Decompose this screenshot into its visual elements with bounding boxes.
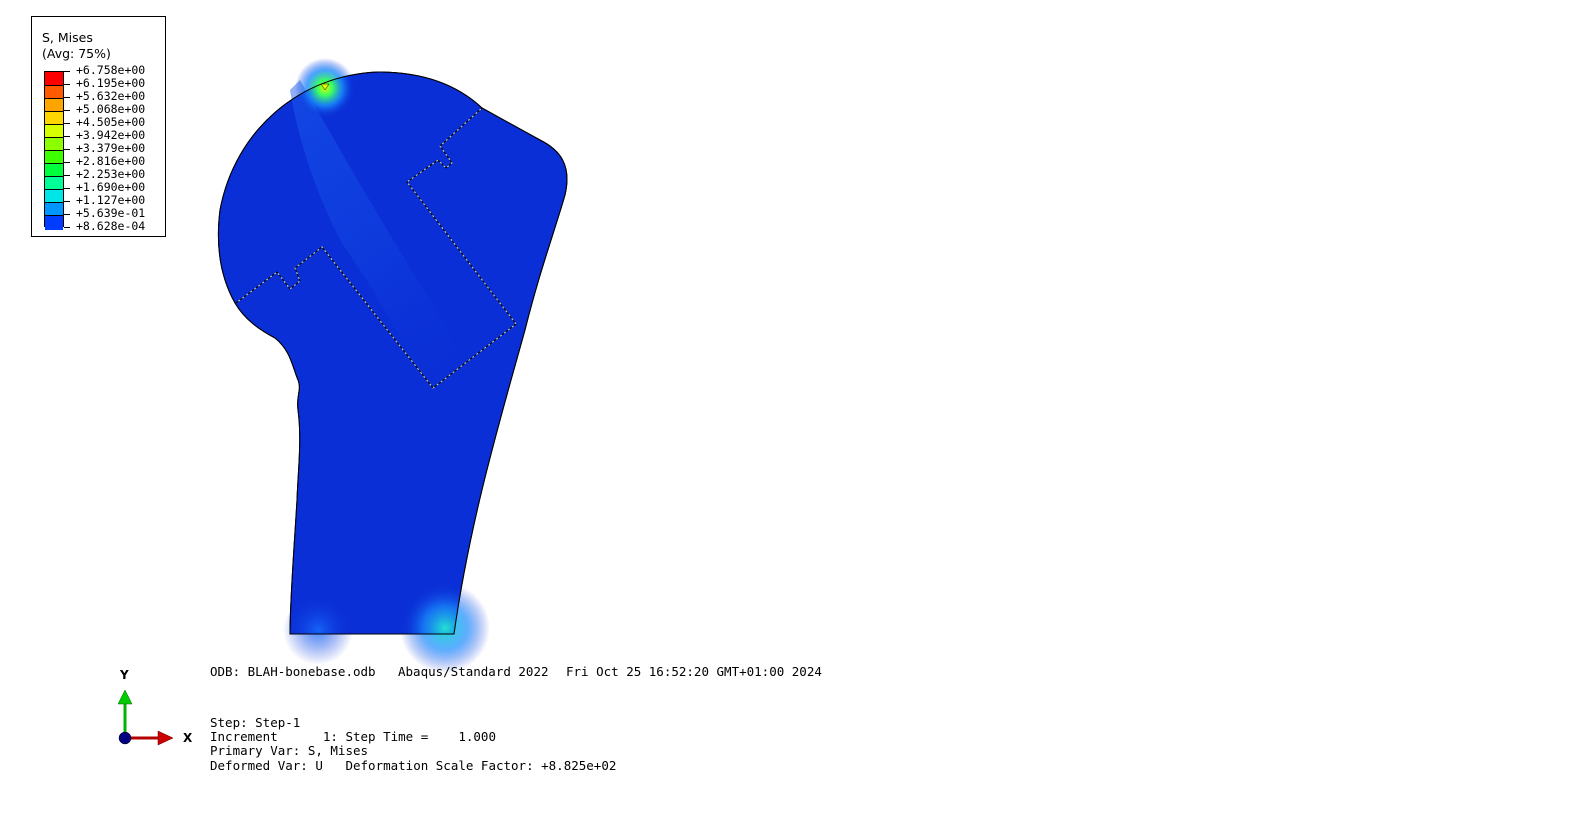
legend-tick xyxy=(64,214,70,215)
legend-tick xyxy=(64,136,70,137)
x-axis-arrowhead xyxy=(157,730,174,746)
legend-tick xyxy=(64,162,70,163)
legend-value: +8.628e-04 xyxy=(76,219,146,233)
legend-value: +2.816e+00 xyxy=(76,154,146,168)
timestamp: Fri Oct 25 16:52:20 GMT+01:00 2024 xyxy=(566,664,822,679)
legend-color-segment xyxy=(45,215,63,230)
legend-tick xyxy=(64,201,70,202)
legend-tick xyxy=(64,227,70,228)
y-axis-label: Y xyxy=(120,668,129,682)
legend-tick xyxy=(64,84,70,85)
deformed-var: Deformed Var: U Deformation Scale Factor… xyxy=(210,758,617,773)
legend-value: +2.253e+00 xyxy=(76,167,146,181)
solver-version: Abaqus/Standard 2022 xyxy=(398,664,549,679)
odb-name: ODB: BLAH-bonebase.odb xyxy=(210,664,376,679)
coordinate-triad: Y X xyxy=(105,668,205,758)
legend-value: +3.379e+00 xyxy=(76,141,146,155)
legend-color-bar xyxy=(44,71,64,230)
x-axis-label: X xyxy=(183,731,193,745)
legend-value: +4.505e+00 xyxy=(76,115,146,129)
legend-value: +6.758e+00 xyxy=(76,63,146,77)
legend-tick xyxy=(64,188,70,189)
increment-info: Increment 1: Step Time = 1.000 xyxy=(210,729,496,744)
legend-value: +5.632e+00 xyxy=(76,89,146,103)
legend-subtitle: (Avg: 75%) xyxy=(42,46,111,61)
viewport[interactable]: S, Mises (Avg: 75%) +6.758e+00 +6.195e+0… xyxy=(0,0,1590,823)
legend-color-segment xyxy=(45,72,63,86)
legend-value: +5.639e-01 xyxy=(76,206,146,220)
stress-hotspot-shaft-left xyxy=(283,595,353,665)
legend-value: +3.942e+00 xyxy=(76,128,146,142)
legend-tick xyxy=(64,123,70,124)
primary-var: Primary Var: S, Mises xyxy=(210,743,369,758)
triad-origin xyxy=(118,731,132,745)
y-axis-arrowhead xyxy=(117,689,133,705)
stress-hotspot-shaft xyxy=(400,583,490,673)
legend-title: S, Mises xyxy=(42,30,93,45)
legend-tick xyxy=(64,175,70,176)
legend-tick xyxy=(64,149,70,150)
legend-tick xyxy=(64,110,70,111)
contour-plot-model[interactable] xyxy=(0,0,1590,823)
legend[interactable]: S, Mises (Avg: 75%) +6.758e+00 +6.195e+0… xyxy=(31,16,166,237)
legend-tick xyxy=(64,97,70,98)
legend-value: +5.068e+00 xyxy=(76,102,146,116)
legend-value: +1.690e+00 xyxy=(76,180,146,194)
legend-tick xyxy=(64,71,70,72)
legend-value: +1.127e+00 xyxy=(76,193,146,207)
bone-outline xyxy=(217,71,568,635)
step-name: Step: Step-1 xyxy=(210,715,301,730)
legend-value: +6.195e+00 xyxy=(76,76,146,90)
